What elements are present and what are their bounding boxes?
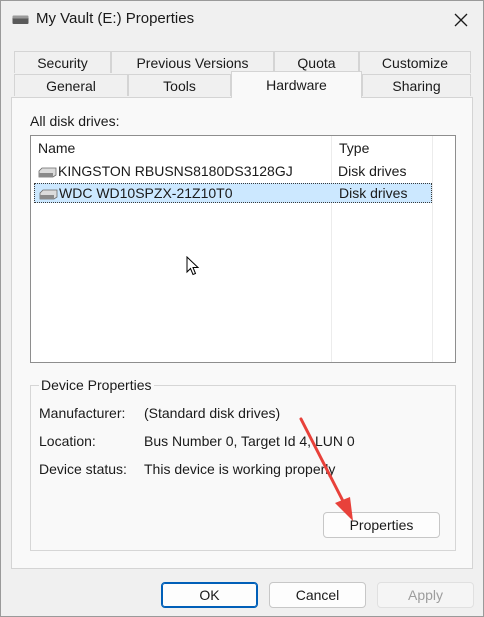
tab-general[interactable]: General	[14, 74, 128, 96]
tab-quota[interactable]: Quota	[274, 51, 359, 73]
tab-tools[interactable]: Tools	[128, 74, 231, 96]
drive-name: WDC WD10SPZX-21Z10T0	[59, 185, 233, 201]
drive-name: KINGSTON RBUSNS8180DS3128GJ	[58, 163, 293, 179]
tab-label: Tools	[163, 77, 196, 94]
close-icon	[454, 13, 468, 27]
tab-previous-versions[interactable]: Previous Versions	[111, 51, 274, 73]
drive-icon	[39, 189, 58, 200]
tab-security[interactable]: Security	[14, 51, 111, 73]
tab-label: Hardware	[266, 77, 327, 93]
title-bar: My Vault (E:) Properties	[1, 1, 483, 39]
button-label: Cancel	[295, 587, 340, 603]
drive-icon	[12, 15, 29, 24]
manufacturer-label: Manufacturer:	[39, 405, 126, 421]
tab-label: Security	[37, 54, 88, 71]
device-properties-title: Device Properties	[39, 377, 154, 393]
tab-label: Customize	[381, 54, 449, 71]
tab-label: General	[46, 77, 96, 94]
tab-label: Sharing	[392, 77, 441, 94]
tab-label: Quota	[297, 54, 336, 71]
button-label: Properties	[349, 517, 414, 533]
window-title: My Vault (E:) Properties	[36, 10, 195, 27]
apply-button[interactable]: Apply	[377, 582, 474, 608]
tab-hardware[interactable]: Hardware	[231, 71, 362, 98]
tab-label: Previous Versions	[136, 54, 249, 71]
drive-icon	[38, 167, 57, 178]
column-separator	[432, 136, 433, 362]
all-disk-drives-label: All disk drives:	[30, 113, 120, 129]
button-label: Apply	[407, 587, 444, 603]
tab-customize[interactable]: Customize	[359, 51, 471, 73]
manufacturer-value: (Standard disk drives)	[144, 405, 281, 421]
list-item[interactable]: KINGSTON RBUSNS8180DS3128GJ Disk drives	[34, 162, 432, 182]
cancel-button[interactable]: Cancel	[269, 582, 366, 608]
close-button[interactable]	[441, 4, 481, 36]
column-header-type[interactable]: Type	[332, 136, 432, 160]
button-label: OK	[199, 587, 220, 603]
mouse-cursor-icon	[186, 256, 200, 276]
column-header-name[interactable]: Name	[31, 136, 331, 160]
properties-dialog: My Vault (E:) Properties Security Previo…	[0, 0, 484, 617]
tab-sharing[interactable]: Sharing	[362, 74, 471, 96]
ok-button[interactable]: OK	[161, 582, 258, 608]
drive-type: Disk drives	[338, 163, 407, 179]
device-status-value: This device is working properly	[144, 461, 336, 477]
location-value: Bus Number 0, Target Id 4, LUN 0	[144, 433, 355, 449]
drive-type: Disk drives	[339, 185, 408, 201]
list-item[interactable]: WDC WD10SPZX-21Z10T0 Disk drives	[34, 183, 432, 203]
disk-drives-list[interactable]: Name Type KINGSTON RBUSNS8180DS3128GJ Di…	[30, 135, 456, 363]
device-status-label: Device status:	[39, 461, 127, 477]
device-properties-button[interactable]: Properties	[323, 512, 440, 538]
location-label: Location:	[39, 433, 96, 449]
